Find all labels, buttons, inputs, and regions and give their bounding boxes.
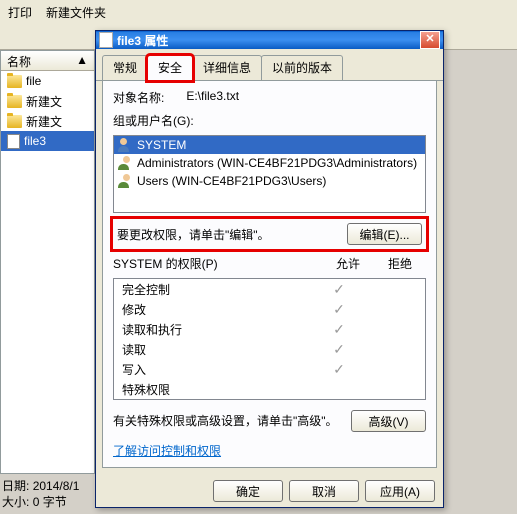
group-icon	[118, 174, 132, 188]
tab-strip: 常规安全详细信息以前的版本	[96, 49, 443, 81]
permission-name: 修改	[122, 301, 313, 318]
tab-安全[interactable]: 安全	[147, 55, 193, 81]
permissions-for-label: SYSTEM 的权限(P)	[113, 255, 322, 272]
allow-check-icon: ✓	[313, 341, 365, 358]
dialog-title: file3 属性	[117, 32, 420, 49]
permission-row: 写入✓	[114, 359, 425, 379]
cancel-button[interactable]: 取消	[289, 480, 359, 502]
column-header[interactable]: 名称 ▲	[1, 51, 94, 71]
folder-icon	[7, 75, 22, 88]
object-name-label: 对象名称:	[113, 89, 164, 106]
file-list-item[interactable]: file	[1, 71, 94, 91]
file-item-label: file3	[24, 134, 46, 148]
tab-body: 对象名称: E:\file3.txt 组或用户名(G): SYSTEM Admin…	[102, 81, 437, 468]
permissions-list: 完全控制✓修改✓读取和执行✓读取✓写入✓特殊权限	[113, 278, 426, 400]
group-icon	[118, 156, 132, 170]
permission-row: 读取✓	[114, 339, 425, 359]
permission-name: 读取和执行	[122, 321, 313, 338]
edit-button[interactable]: 编辑(E)...	[347, 223, 422, 245]
allow-check-icon: ✓	[313, 361, 365, 378]
edit-permissions-row: 要更改权限，请单击"编辑"。 编辑(E)...	[113, 219, 426, 249]
deny-header: 拒绝	[374, 255, 426, 272]
principal-item[interactable]: Administrators (WIN-CE4BF21PDG3\Administ…	[114, 154, 425, 172]
new-folder-button[interactable]: 新建文件夹	[46, 4, 106, 21]
permission-row: 完全控制✓	[114, 279, 425, 299]
permission-name: 完全控制	[122, 281, 313, 298]
principals-list[interactable]: SYSTEM Administrators (WIN-CE4BF21PDG3\Ad…	[113, 135, 426, 213]
folder-icon	[7, 95, 22, 108]
ok-button[interactable]: 确定	[213, 480, 283, 502]
principal-name: Users (WIN-CE4BF21PDG3\Users)	[137, 174, 326, 188]
apply-button[interactable]: 应用(A)	[365, 480, 435, 502]
principal-name: Administrators (WIN-CE4BF21PDG3\Administ…	[137, 156, 417, 170]
file-item-label: file	[26, 74, 41, 88]
tab-以前的版本[interactable]: 以前的版本	[261, 55, 343, 80]
sort-arrow-icon: ▲	[76, 53, 88, 68]
tab-详细信息[interactable]: 详细信息	[192, 55, 262, 80]
allow-check-icon: ✓	[313, 321, 365, 338]
permission-name: 写入	[122, 361, 313, 378]
file-list-item[interactable]: 新建文	[1, 91, 94, 111]
close-button[interactable]: ✕	[420, 31, 440, 49]
date-label: 日期:	[2, 479, 29, 493]
file-item-label: 新建文	[26, 113, 62, 130]
properties-dialog: file3 属性 ✕ 常规安全详细信息以前的版本 对象名称: E:\file3.…	[95, 30, 444, 508]
file-item-label: 新建文	[26, 93, 62, 110]
file-icon	[7, 134, 20, 149]
learn-more-link[interactable]: 了解访问控制和权限	[113, 438, 426, 459]
file-list-item[interactable]: file3	[1, 131, 94, 151]
date-value: 2014/8/1	[33, 479, 80, 493]
dialog-button-row: 确定 取消 应用(A)	[96, 474, 443, 508]
size-label: 大小:	[2, 495, 29, 509]
titlebar[interactable]: file3 属性 ✕	[96, 31, 443, 49]
document-icon	[99, 32, 113, 48]
principal-item[interactable]: SYSTEM	[114, 136, 425, 154]
advanced-hint-text: 有关特殊权限或高级设置，请单击"高级"。	[113, 414, 351, 428]
advanced-button[interactable]: 高级(V)	[351, 410, 426, 432]
permission-row: 特殊权限	[114, 379, 425, 399]
permission-row: 修改✓	[114, 299, 425, 319]
allow-header: 允许	[322, 255, 374, 272]
file-list-panel: 名称 ▲ file新建文新建文file3	[0, 50, 95, 474]
print-button[interactable]: 打印	[8, 4, 32, 21]
column-name: 名称	[7, 53, 31, 68]
tab-常规[interactable]: 常规	[102, 55, 148, 80]
folder-icon	[7, 115, 22, 128]
allow-check-icon: ✓	[313, 281, 365, 298]
edit-hint-text: 要更改权限，请单击"编辑"。	[117, 226, 270, 243]
permission-row: 读取和执行✓	[114, 319, 425, 339]
object-name-value: E:\file3.txt	[186, 89, 239, 106]
groups-users-label: 组或用户名(G):	[113, 112, 426, 129]
status-bar: 日期: 2014/8/1 大小: 0 字节	[0, 474, 81, 514]
principal-name: SYSTEM	[137, 138, 186, 152]
permission-name: 特殊权限	[122, 381, 313, 398]
principal-item[interactable]: Users (WIN-CE4BF21PDG3\Users)	[114, 172, 425, 190]
allow-check-icon: ✓	[313, 301, 365, 318]
permission-name: 读取	[122, 341, 313, 358]
size-value: 0 字节	[33, 495, 67, 509]
user-icon	[118, 138, 132, 152]
file-list-item[interactable]: 新建文	[1, 111, 94, 131]
